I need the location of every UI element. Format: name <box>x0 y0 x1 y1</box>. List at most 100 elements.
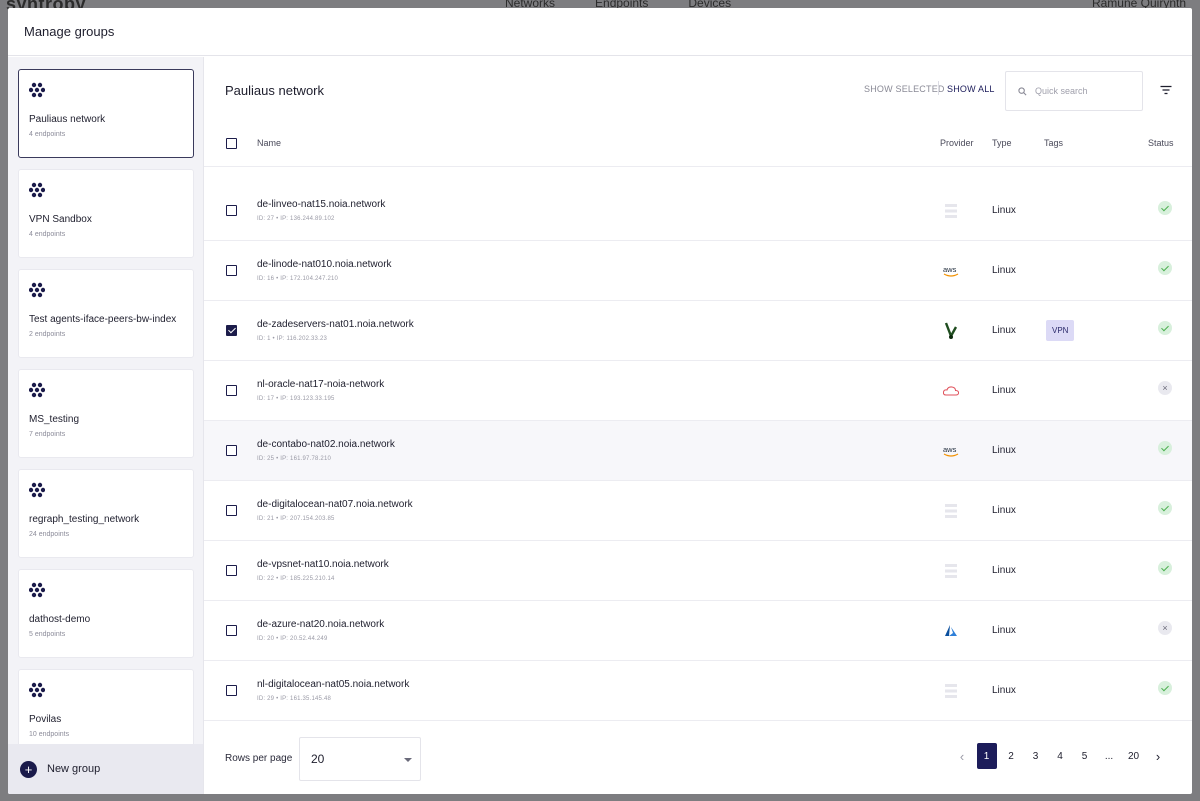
row-checkbox[interactable] <box>226 505 237 516</box>
table-row[interactable]: de-linode-nat010.noia.network ID: 16 • IP… <box>204 241 1192 301</box>
group-detail: Pauliaus network SHOW SELECTED SHOW ALL <box>204 57 1192 794</box>
endpoint-name: nl-oracle-nat17-noia-network <box>257 379 385 390</box>
group-card[interactable]: VPN Sandbox 4 endpoints <box>18 169 194 258</box>
row-checkbox[interactable] <box>226 385 237 396</box>
status-online-icon <box>1158 321 1172 335</box>
header-name[interactable]: Name <box>257 138 281 148</box>
endpoint-name: de-contabo-nat02.noia.network <box>257 439 395 450</box>
endpoint-meta: ID: 1 • IP: 116.202.33.23 <box>257 336 328 342</box>
table-row[interactable]: de-linveo-nat15.noia.network ID: 27 • IP:… <box>204 181 1192 241</box>
endpoint-type: Linux <box>992 205 1016 216</box>
page-button[interactable]: 5 <box>1075 743 1095 769</box>
row-checkbox[interactable] <box>226 625 237 636</box>
group-endpoint-count: 5 endpoints <box>29 631 66 638</box>
group-endpoint-count: 10 endpoints <box>29 731 70 738</box>
chevron-right-icon[interactable]: › <box>1148 743 1168 769</box>
aws-icon: aws <box>942 262 960 280</box>
row-checkbox[interactable] <box>226 685 237 696</box>
page-button[interactable]: 2 <box>1001 743 1021 769</box>
pagination: ‹ 1 2 3 4 5... 20 › <box>952 743 1173 769</box>
group-list[interactable]: Pauliaus network 4 endpoints VPN Sandbox 4 … <box>18 69 194 753</box>
endpoint-type: Linux <box>992 445 1016 456</box>
group-card[interactable]: dathost-demo 5 endpoints <box>18 569 194 658</box>
network-title: Pauliaus network <box>225 82 324 98</box>
row-checkbox[interactable] <box>226 265 237 276</box>
status-online-icon <box>1158 261 1172 275</box>
group-card[interactable]: MS_testing 7 endpoints <box>18 369 194 458</box>
group-endpoint-count: 24 endpoints <box>29 531 70 538</box>
endpoint-name: de-digitalocean-nat07.noia.network <box>257 499 413 510</box>
status-offline-icon: × <box>1158 621 1172 635</box>
table-row[interactable]: de-zadeservers-nat01.noia.network ID: 1 •… <box>204 301 1192 361</box>
modal-body: Pauliaus network 4 endpoints VPN Sandbox 4 … <box>8 57 1192 794</box>
group-card[interactable]: Test agents-iface-peers-bw-index 2 endpoi… <box>18 269 194 358</box>
svg-text:aws: aws <box>943 445 957 454</box>
group-card[interactable]: Pauliaus network 4 endpoints <box>18 69 194 158</box>
endpoint-type: Linux <box>992 505 1016 516</box>
table-row[interactable]: nl-digitalocean-nat05.noia.network ID: 29… <box>204 661 1192 721</box>
endpoint-meta: ID: 21 • IP: 207.154.203.85 <box>257 516 335 522</box>
endpoint-name: de-linode-nat010.noia.network <box>257 259 392 270</box>
endpoint-table-body: de-linveo-nat15.noia.network ID: 27 • IP:… <box>204 181 1192 721</box>
row-checkbox[interactable] <box>226 325 237 336</box>
chevron-left-icon[interactable]: ‹ <box>952 743 972 769</box>
group-card[interactable]: Povilas 10 endpoints <box>18 669 194 753</box>
endpoint-type: Linux <box>992 685 1016 696</box>
table-header: Name Provider Type Tags Status <box>204 123 1192 167</box>
page-button[interactable]: 1 <box>976 743 997 769</box>
show-all-button[interactable]: SHOW ALL <box>947 84 995 94</box>
header-status[interactable]: Status <box>1148 138 1174 148</box>
show-selected-button[interactable]: SHOW SELECTED <box>864 84 945 94</box>
select-all-checkbox[interactable] <box>226 138 237 149</box>
group-network-icon <box>29 482 45 498</box>
table-row[interactable]: de-vpsnet-nat10.noia.network ID: 22 • IP:… <box>204 541 1192 601</box>
search-input[interactable] <box>1035 86 1131 96</box>
group-name: Pauliaus network <box>29 114 106 125</box>
page-button[interactable]: 20 <box>1124 743 1144 769</box>
modal-title: Manage groups <box>24 24 115 39</box>
group-name: dathost-demo <box>29 614 91 625</box>
table-row[interactable]: de-contabo-nat02.noia.network ID: 25 • IP… <box>204 421 1192 481</box>
endpoint-type: Linux <box>992 385 1016 396</box>
row-checkbox[interactable] <box>226 445 237 456</box>
status-online-icon <box>1158 561 1172 575</box>
group-network-icon <box>29 282 45 298</box>
new-group-button[interactable]: + New group <box>8 744 203 794</box>
table-footer: Rows per page 20 ‹ 1 2 3 4 5... 20 › <box>204 720 1192 794</box>
rows-per-page-select[interactable]: 20 <box>299 737 421 781</box>
search-icon <box>1018 86 1027 95</box>
table-row[interactable]: de-digitalocean-nat07.noia.network ID: 21… <box>204 481 1192 541</box>
group-network-icon <box>29 182 45 198</box>
table-row[interactable]: de-azure-nat20.noia.network ID: 20 • IP: … <box>204 601 1192 661</box>
group-name: Test agents-iface-peers-bw-index <box>29 314 177 325</box>
header-type[interactable]: Type <box>992 138 1012 148</box>
generic-icon <box>942 562 960 580</box>
endpoint-type: Linux <box>992 625 1016 636</box>
endpoint-name: de-vpsnet-nat10.noia.network <box>257 559 389 570</box>
group-name: VPN Sandbox <box>29 214 92 225</box>
endpoint-name: de-zadeservers-nat01.noia.network <box>257 319 414 330</box>
row-checkbox[interactable] <box>226 565 237 576</box>
rows-per-page-label: Rows per page <box>225 753 293 764</box>
filter-icon[interactable] <box>1160 85 1172 95</box>
status-online-icon <box>1158 501 1172 515</box>
plus-icon: + <box>20 760 37 778</box>
rows-per-page-value: 20 <box>311 752 325 766</box>
group-network-icon <box>29 582 45 598</box>
table-row[interactable]: nl-oracle-nat17-noia-network ID: 17 • IP:… <box>204 361 1192 421</box>
endpoint-type: Linux <box>992 565 1016 576</box>
group-endpoint-count: 4 endpoints <box>29 231 66 238</box>
page-button[interactable]: 4 <box>1050 743 1070 769</box>
header-tags[interactable]: Tags <box>1044 138 1063 148</box>
header-provider[interactable]: Provider <box>940 138 974 148</box>
svg-text:aws: aws <box>943 265 957 274</box>
endpoint-type: Linux <box>992 325 1016 336</box>
zadeservers-icon <box>942 322 960 340</box>
status-offline-icon: × <box>1158 381 1172 395</box>
row-checkbox[interactable] <box>226 205 237 216</box>
group-card[interactable]: regraph_testing_network 24 endpoints <box>18 469 194 558</box>
search-box[interactable] <box>1005 71 1143 111</box>
generic-icon <box>942 682 960 700</box>
page-button[interactable]: 3 <box>1026 743 1046 769</box>
status-online-icon <box>1158 681 1172 695</box>
